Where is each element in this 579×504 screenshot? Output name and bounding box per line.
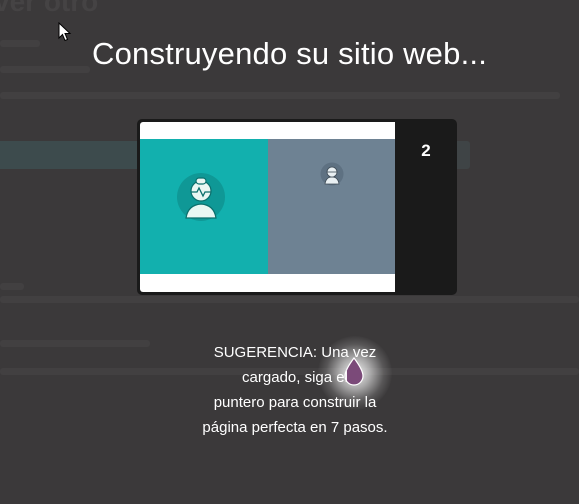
tip-line-3: puntero para construir la [213, 394, 377, 411]
background-text-line [0, 283, 24, 290]
preview-gray-panel [268, 139, 395, 274]
background-heading: ver otro [0, 0, 99, 17]
background-text-line [0, 296, 579, 303]
page-title: Construyendo su sitio web... [91, 36, 488, 71]
site-preview: 2 [137, 119, 457, 295]
avatar-icon [320, 162, 344, 186]
background-text-line [0, 340, 150, 347]
preview-teal-panel [140, 139, 268, 274]
background-text-line [0, 92, 560, 99]
tip-line-2: cargado, siga el [242, 369, 348, 386]
loading-tip: SUGERENCIA: Una vez cargado, siga el pun… [180, 340, 410, 440]
tip-line-4: página perfecta en 7 pasos. [202, 419, 388, 436]
avatar-icon [177, 173, 225, 221]
background-input-accent [0, 141, 140, 169]
tip-line-1: SUGERENCIA: Una vez [213, 344, 377, 361]
step-number: 2 [421, 141, 431, 160]
